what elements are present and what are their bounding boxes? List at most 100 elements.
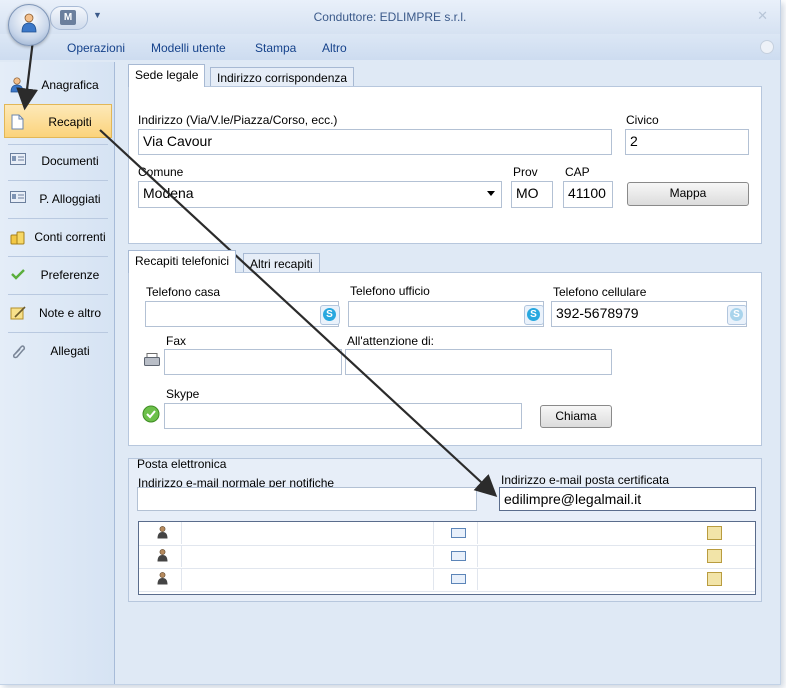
- sidebar-item-recapiti[interactable]: Recapiti: [4, 104, 112, 138]
- indirizzo-label: Indirizzo (Via/V.le/Piazza/Corso, ecc.): [138, 113, 338, 127]
- table-row[interactable]: [139, 522, 755, 546]
- prov-field[interactable]: MO: [511, 181, 553, 208]
- divider: [8, 256, 108, 257]
- divider: [181, 522, 182, 544]
- sidebar-item-label: Note e altro: [38, 306, 102, 320]
- indirizzo-field[interactable]: Via Cavour: [138, 129, 612, 155]
- person-icon: [21, 13, 37, 33]
- sidebar-item-note-e-altro[interactable]: Note e altro: [4, 296, 112, 330]
- email-contacts-grid: [138, 521, 756, 595]
- checkmark-icon: [11, 269, 25, 280]
- id-card-icon: [10, 153, 26, 165]
- divider: [8, 294, 108, 295]
- divider: [477, 545, 478, 567]
- mail-icon[interactable]: [451, 528, 466, 538]
- telefono-casa-field[interactable]: [145, 301, 339, 327]
- table-row[interactable]: [139, 568, 755, 592]
- menu-stampa[interactable]: Stampa: [255, 41, 296, 55]
- skype-call-casa-button[interactable]: S: [320, 305, 340, 325]
- person-icon: [157, 549, 168, 562]
- cap-label: CAP: [565, 165, 590, 179]
- edit-icon[interactable]: [707, 549, 722, 563]
- tab-sede-legale[interactable]: Sede legale: [128, 64, 206, 87]
- menu-altro[interactable]: Altro: [322, 41, 347, 55]
- document-icon: [11, 114, 24, 130]
- chiama-button[interactable]: Chiama: [540, 405, 612, 428]
- sidebar-item-anagrafica[interactable]: Anagrafica: [4, 68, 112, 102]
- tab-recapiti-telefonici[interactable]: Recapiti telefonici: [128, 250, 237, 273]
- email-certificata-label: Indirizzo e-mail posta certificata: [501, 473, 670, 487]
- sidebar-item-label: Allegati: [50, 344, 90, 358]
- sidebar-item-label: P. Alloggiati: [39, 192, 101, 206]
- sidebar-item-label: Documenti: [41, 154, 99, 168]
- skype-call-cellulare-button[interactable]: S: [727, 305, 747, 325]
- fax-label: Fax: [166, 334, 187, 348]
- sidebar-item-label: Conti correnti: [34, 230, 106, 244]
- skype-icon: S: [730, 308, 743, 321]
- sidebar-item-allegati[interactable]: Allegati: [4, 334, 112, 368]
- email-normale-field[interactable]: [137, 487, 477, 511]
- divider: [477, 522, 478, 544]
- coins-icon: [10, 231, 25, 245]
- title-bar: M ▼ Conduttore: EDLIMPRE s.r.l. ✕: [0, 0, 780, 34]
- comune-select[interactable]: Modena: [138, 181, 502, 208]
- chevron-down-icon: [487, 191, 495, 196]
- civico-label: Civico: [626, 113, 659, 127]
- skype-icon: S: [527, 308, 540, 321]
- divider: [477, 568, 478, 590]
- person-icon: [157, 572, 168, 585]
- fax-icon: [144, 353, 160, 366]
- telefono-ufficio-field[interactable]: [348, 301, 544, 327]
- fax-field[interactable]: [164, 349, 342, 375]
- id-card-icon: [10, 191, 26, 203]
- mail-icon[interactable]: [451, 551, 466, 561]
- address-panel: Indirizzo (Via/V.le/Piazza/Corso, ecc.) …: [128, 86, 762, 244]
- cap-field[interactable]: 41100: [563, 181, 613, 208]
- email-group-title: Posta elettronica: [137, 457, 227, 471]
- skype-icon: S: [323, 308, 336, 321]
- divider: [8, 218, 108, 219]
- menu-operazioni[interactable]: Operazioni: [67, 41, 125, 55]
- skype-field[interactable]: [164, 403, 522, 429]
- sidebar-item-documenti[interactable]: Documenti: [4, 144, 112, 178]
- menu-modelli-utente[interactable]: Modelli utente: [151, 41, 226, 55]
- ribbon-menu: Operazioni Modelli utente Stampa Altro: [0, 34, 780, 60]
- mappa-button[interactable]: Mappa: [627, 182, 749, 206]
- mail-icon[interactable]: [451, 574, 466, 584]
- divider: [433, 522, 434, 544]
- sidebar-item-p-alloggiati[interactable]: P. Alloggiati: [4, 182, 112, 216]
- divider: [433, 568, 434, 590]
- sidebar-item-preferenze[interactable]: Preferenze: [4, 258, 112, 292]
- skype-status-icon: [142, 405, 160, 423]
- telefono-cellulare-field[interactable]: 392-5678979: [551, 301, 747, 327]
- close-icon[interactable]: ✕: [757, 8, 768, 24]
- divider: [8, 332, 108, 333]
- tab-indirizzo-corrispondenza[interactable]: Indirizzo corrispondenza: [210, 67, 355, 87]
- application-menu-button[interactable]: [8, 4, 50, 46]
- table-row[interactable]: [139, 545, 755, 569]
- edit-icon[interactable]: [707, 572, 722, 586]
- email-group: Posta elettronica Indirizzo e-mail norma…: [128, 457, 762, 602]
- divider: [181, 568, 182, 590]
- divider: [8, 180, 108, 181]
- prov-label: Prov: [513, 165, 538, 179]
- email-certificata-field[interactable]: edilimpre@legalmail.it: [499, 487, 756, 511]
- person-icon: [10, 77, 24, 93]
- civico-field[interactable]: 2: [625, 129, 749, 155]
- sidebar-item-conti-correnti[interactable]: Conti correnti: [4, 220, 112, 254]
- sidebar: Anagrafica Recapiti Documenti P. Alloggi…: [0, 62, 115, 684]
- comune-value: Modena: [143, 185, 194, 201]
- sidebar-item-label: Anagrafica: [41, 78, 99, 92]
- tab-altri-recapiti[interactable]: Altri recapiti: [243, 253, 320, 273]
- paperclip-icon: [12, 345, 26, 359]
- skype-call-ufficio-button[interactable]: S: [524, 305, 544, 325]
- attenzione-label: All'attenzione di:: [347, 334, 435, 348]
- telefono-cellulare-label: Telefono cellulare: [553, 285, 647, 299]
- application-window: M ▼ Conduttore: EDLIMPRE s.r.l. ✕ Operaz…: [0, 0, 781, 685]
- notes-icon: [10, 306, 26, 320]
- attenzione-field[interactable]: [345, 349, 612, 375]
- person-icon: [157, 526, 168, 539]
- help-icon[interactable]: [760, 40, 774, 54]
- main-content: Sede legale Indirizzo corrispondenza Ind…: [116, 62, 780, 684]
- edit-icon[interactable]: [707, 526, 722, 540]
